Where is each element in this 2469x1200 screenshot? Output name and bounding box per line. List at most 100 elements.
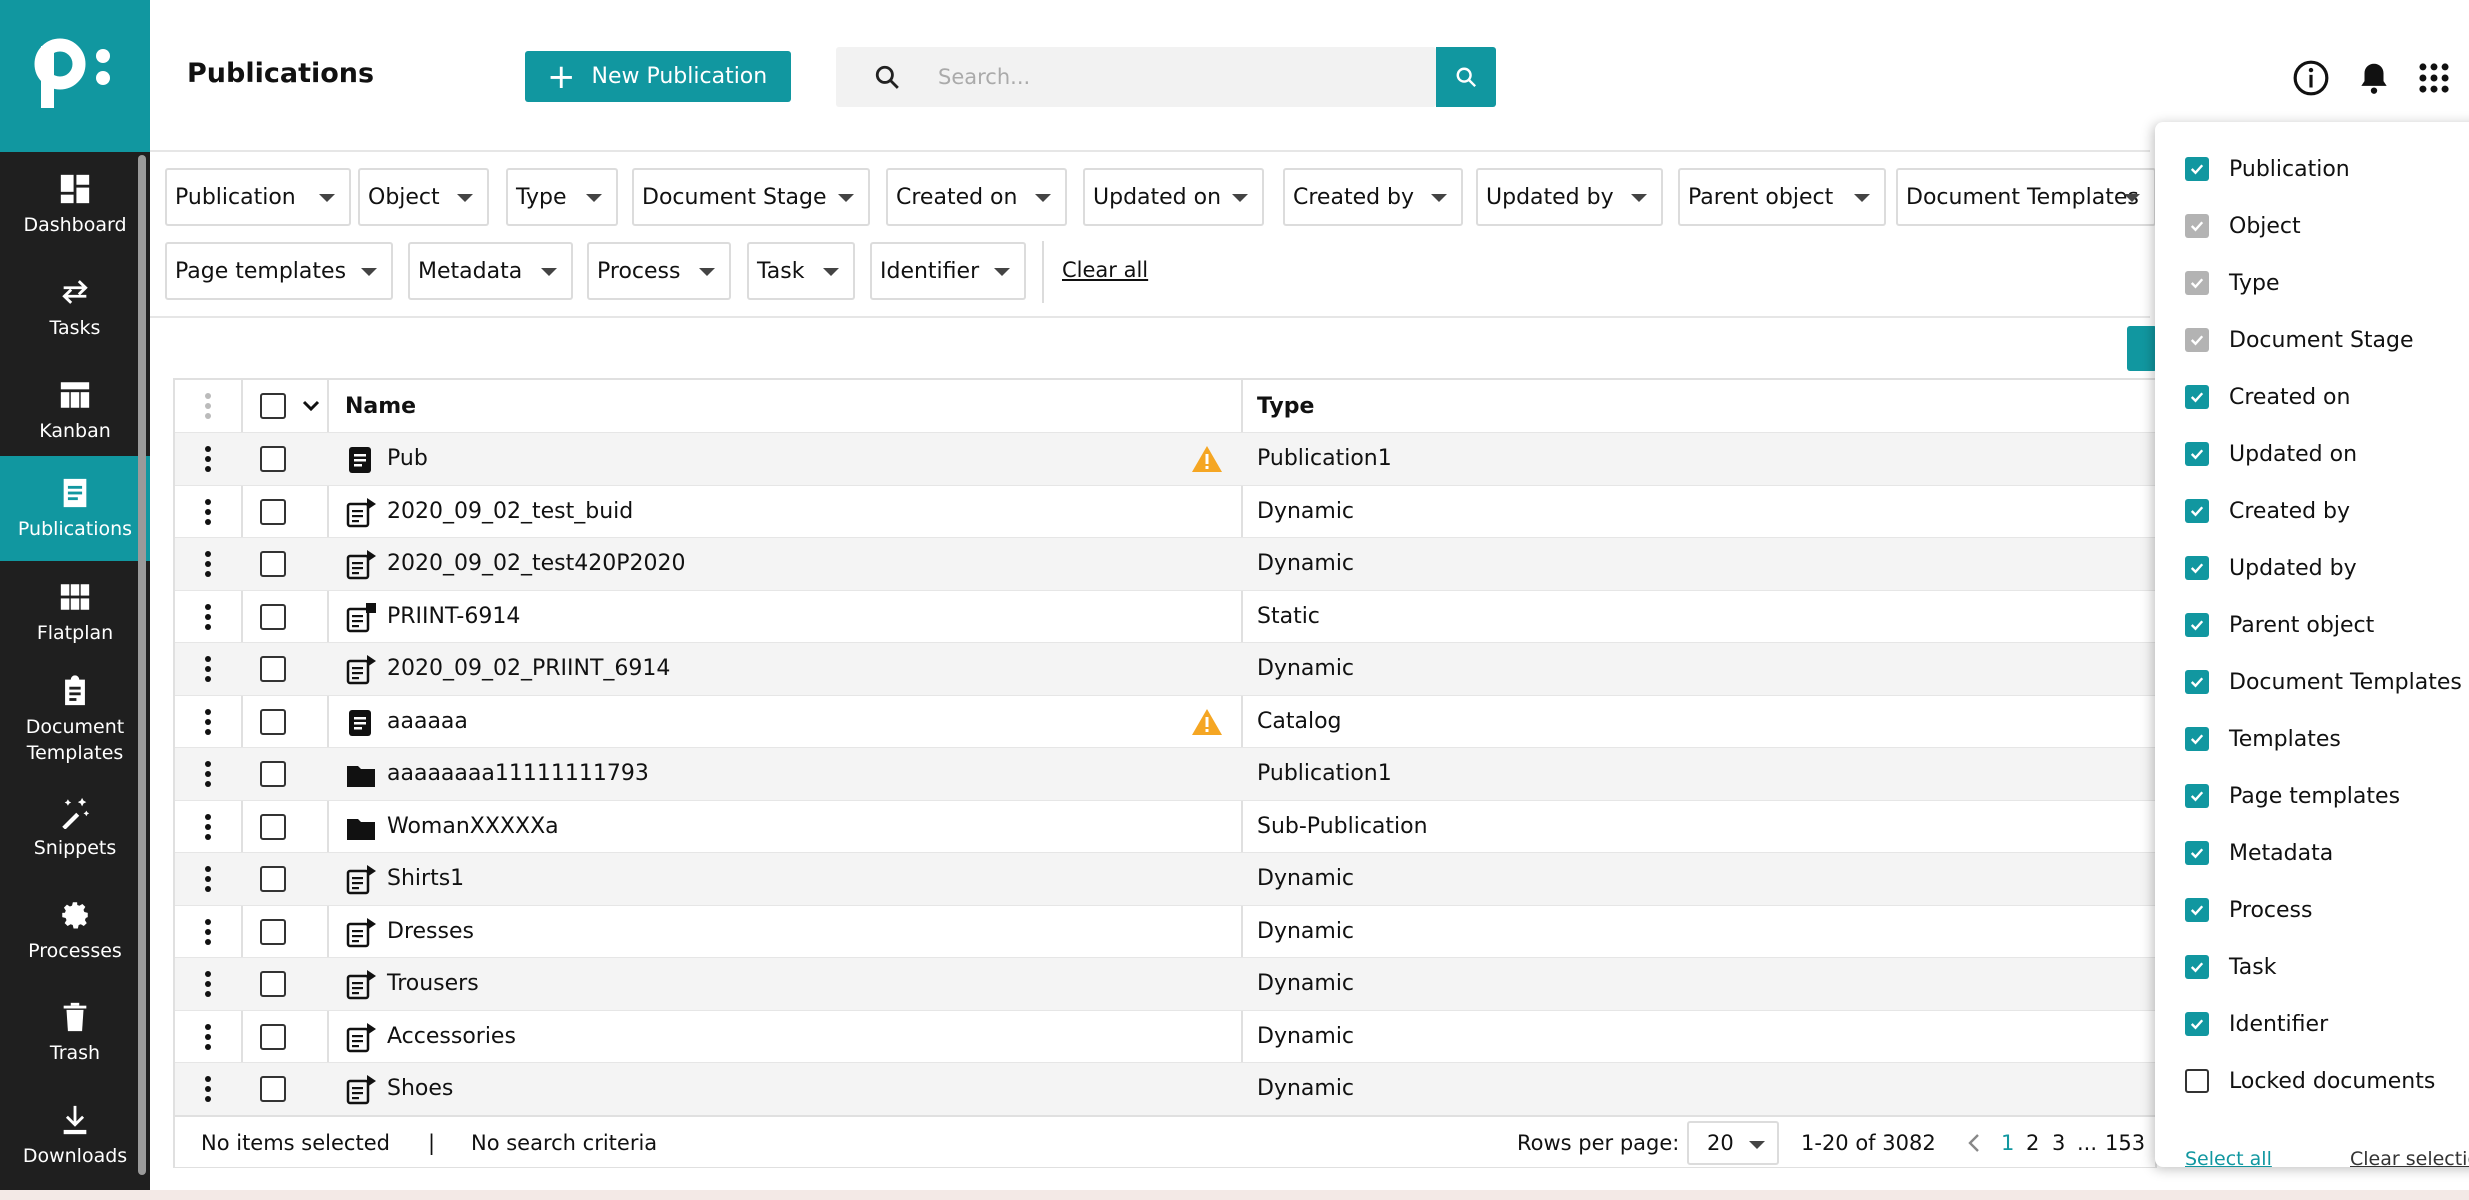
- column-option-parent-object[interactable]: Parent object: [2185, 605, 2374, 645]
- column-option-created-by[interactable]: Created by: [2185, 491, 2350, 531]
- sidebar-item-dashboard[interactable]: Dashboard: [0, 152, 150, 257]
- filter-created-by[interactable]: Created by: [1283, 168, 1463, 226]
- row-checkbox[interactable]: [260, 761, 286, 787]
- clear-selection-link[interactable]: Clear selection: [2350, 1148, 2469, 1167]
- row-name[interactable]: Shoes: [387, 1076, 453, 1101]
- filter-document-stage[interactable]: Document Stage: [632, 168, 870, 226]
- column-option-process[interactable]: Process: [2185, 890, 2312, 930]
- sidebar-item-kanban[interactable]: Kanban: [0, 358, 150, 463]
- table-row[interactable]: 2020_09_02_PRIINT_6914 Dynamic: [175, 642, 2155, 695]
- filter-task[interactable]: Task: [747, 242, 855, 300]
- row-checkbox[interactable]: [260, 551, 286, 577]
- column-option-checkbox[interactable]: [2185, 1012, 2209, 1036]
- table-row[interactable]: Shirts1 Dynamic: [175, 852, 2155, 905]
- page-link[interactable]: ...: [2077, 1131, 2097, 1155]
- row-menu-icon[interactable]: [205, 498, 211, 525]
- filter-document-templates[interactable]: Document Templates: [1896, 168, 2156, 226]
- column-option-templates[interactable]: Templates: [2185, 719, 2341, 759]
- sidebar-item-snippets[interactable]: Snippets: [0, 775, 150, 880]
- column-option-checkbox[interactable]: [2185, 841, 2209, 865]
- filter-object[interactable]: Object: [358, 168, 489, 226]
- row-name[interactable]: Accessories: [387, 1024, 516, 1049]
- select-all-link[interactable]: Select all: [2185, 1148, 2272, 1167]
- table-row[interactable]: 2020_09_02_test420P2020 Dynamic: [175, 537, 2155, 590]
- table-row[interactable]: Pub Publication1: [175, 432, 2155, 485]
- filter-publication[interactable]: Publication: [165, 168, 351, 226]
- column-option-task[interactable]: Task: [2185, 947, 2276, 987]
- row-name[interactable]: WomanXXXXXa: [387, 814, 559, 839]
- row-checkbox[interactable]: [260, 708, 286, 735]
- row-name[interactable]: Shirts1: [387, 866, 464, 891]
- row-menu-icon[interactable]: [205, 918, 211, 945]
- table-row[interactable]: aaaaaaaa11111111793 Publication1: [175, 747, 2155, 800]
- chevron-down-icon[interactable]: [301, 399, 321, 413]
- filter-type[interactable]: Type: [506, 168, 618, 226]
- new-publication-button[interactable]: + New Publication: [525, 51, 791, 102]
- row-menu-icon[interactable]: [205, 551, 211, 577]
- app-logo[interactable]: [0, 0, 150, 152]
- column-option-checkbox[interactable]: [2185, 670, 2209, 694]
- clear-all-link[interactable]: Clear all: [1062, 258, 1148, 282]
- filter-created-on[interactable]: Created on: [886, 168, 1067, 226]
- column-option-checkbox[interactable]: [2185, 784, 2209, 808]
- column-option-checkbox[interactable]: [2185, 442, 2209, 466]
- sidebar-item-flatplan[interactable]: Flatplan: [0, 560, 150, 665]
- column-option-checkbox[interactable]: [2185, 955, 2209, 979]
- chevron-left-icon[interactable]: [1967, 1133, 1981, 1153]
- row-menu-icon[interactable]: [205, 656, 211, 682]
- row-name[interactable]: Trousers: [387, 971, 479, 996]
- row-menu-icon[interactable]: [205, 1076, 211, 1102]
- row-name[interactable]: 2020_09_02_PRIINT_6914: [387, 656, 670, 681]
- row-menu-icon[interactable]: [205, 971, 211, 997]
- row-menu-icon[interactable]: [205, 446, 211, 472]
- row-name[interactable]: Pub: [387, 446, 428, 471]
- column-option-identifier[interactable]: Identifier: [2185, 1004, 2328, 1044]
- page-link[interactable]: 1: [2001, 1131, 2014, 1155]
- column-option-checkbox[interactable]: [2185, 157, 2209, 181]
- sidebar-item-trash[interactable]: Trash: [0, 980, 150, 1085]
- toolbar-action-button[interactable]: [2127, 326, 2157, 371]
- row-checkbox[interactable]: [260, 656, 286, 682]
- row-checkbox[interactable]: [260, 498, 286, 525]
- filter-process[interactable]: Process: [587, 242, 731, 300]
- row-menu-icon[interactable]: [205, 761, 211, 787]
- info-button[interactable]: [2291, 58, 2331, 98]
- column-option-created-on[interactable]: Created on: [2185, 377, 2350, 417]
- row-name[interactable]: PRIINT-6914: [387, 604, 520, 629]
- row-menu-icon[interactable]: [205, 1023, 211, 1050]
- table-row[interactable]: Accessories Dynamic: [175, 1009, 2155, 1063]
- row-checkbox[interactable]: [260, 866, 286, 892]
- row-menu-icon[interactable]: [205, 708, 211, 735]
- column-handle[interactable]: [205, 393, 211, 419]
- column-header-type[interactable]: Type: [1257, 380, 1314, 432]
- table-row[interactable]: WomanXXXXXa Sub-Publication: [175, 799, 2155, 853]
- column-option-document-templates[interactable]: Document Templates: [2185, 662, 2462, 702]
- row-name[interactable]: Dresses: [387, 919, 474, 944]
- column-option-metadata[interactable]: Metadata: [2185, 833, 2333, 873]
- table-row[interactable]: aaaaaa Catalog: [175, 694, 2155, 748]
- row-checkbox[interactable]: [260, 918, 286, 945]
- column-header-name[interactable]: Name: [345, 380, 416, 432]
- column-option-checkbox[interactable]: [2185, 385, 2209, 409]
- sidebar-item-publications[interactable]: Publications: [0, 456, 150, 561]
- column-option-locked-documents[interactable]: Locked documents: [2185, 1061, 2435, 1101]
- row-checkbox[interactable]: [260, 603, 286, 630]
- row-name[interactable]: 2020_09_02_test_buid: [387, 499, 633, 524]
- table-row[interactable]: Shoes Dynamic: [175, 1062, 2155, 1115]
- row-menu-icon[interactable]: [205, 813, 211, 840]
- page-link[interactable]: 153: [2105, 1131, 2145, 1155]
- row-name[interactable]: aaaaaa: [387, 709, 468, 734]
- row-checkbox[interactable]: [260, 1076, 286, 1102]
- column-option-checkbox[interactable]: [2185, 556, 2209, 580]
- page-link[interactable]: 3: [2052, 1131, 2065, 1155]
- apps-button[interactable]: [2414, 58, 2454, 98]
- column-option-checkbox[interactable]: [2185, 1069, 2209, 1093]
- column-option-page-templates[interactable]: Page templates: [2185, 776, 2400, 816]
- search-input[interactable]: [938, 59, 1418, 95]
- sidebar-item-processes[interactable]: Processes: [0, 878, 150, 983]
- row-checkbox[interactable]: [260, 1023, 286, 1050]
- search-button[interactable]: [1436, 47, 1496, 107]
- row-checkbox[interactable]: [260, 813, 286, 840]
- filter-updated-by[interactable]: Updated by: [1476, 168, 1663, 226]
- filter-identifier[interactable]: Identifier: [870, 242, 1026, 300]
